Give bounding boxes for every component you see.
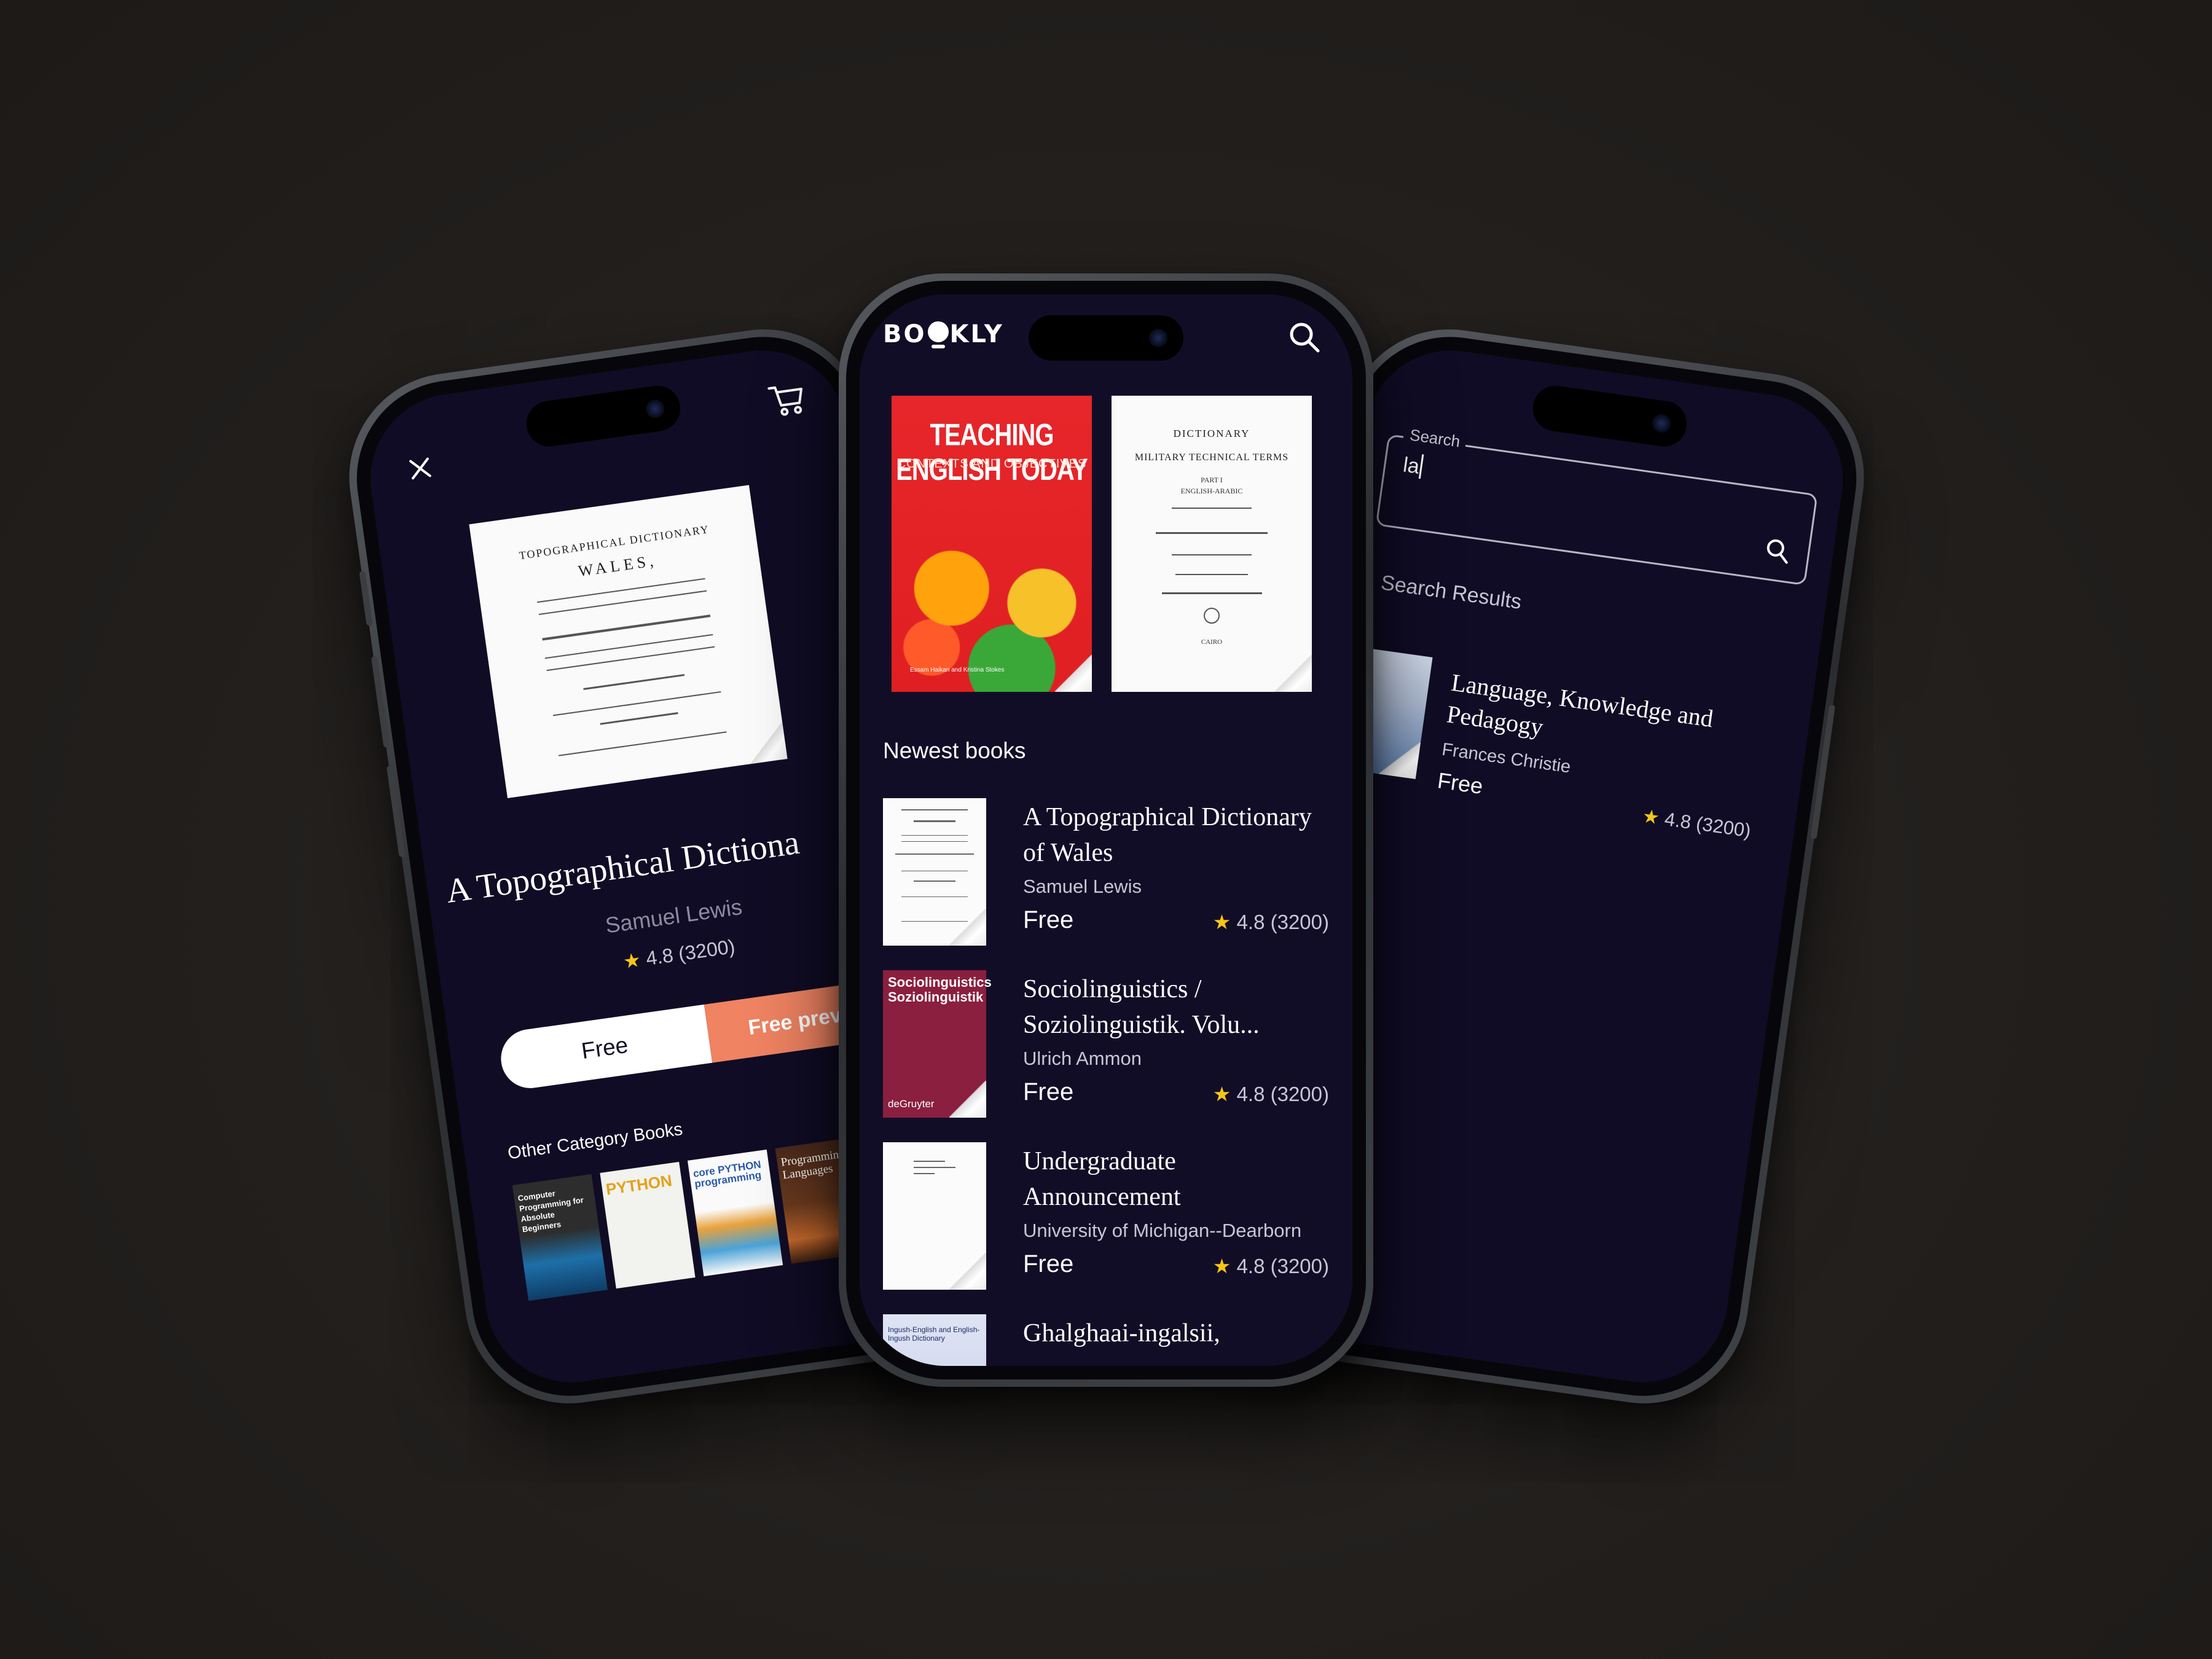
close-icon[interactable] bbox=[404, 452, 437, 485]
featured-cover-line: CAIRO bbox=[1201, 638, 1223, 646]
dynamic-island bbox=[1029, 315, 1183, 361]
dynamic-island bbox=[524, 383, 683, 450]
featured-cover-line: ENGLISH-ARABIC bbox=[1180, 487, 1243, 495]
logo-text-prefix: BO bbox=[883, 320, 927, 348]
rating-value: 4.8 (3200) bbox=[1236, 1083, 1329, 1105]
book-thumbnail-publisher: deGruyter bbox=[888, 1098, 935, 1110]
book-rating: ★ 4.8 (3200) bbox=[1213, 1254, 1329, 1278]
featured-cover-authors: Essam Haikan and Kristina Stokes bbox=[910, 667, 1005, 673]
book-list-item[interactable]: Ingush-English and English-Ingush Dictio… bbox=[883, 1314, 1329, 1366]
book-thumbnail: Sociolinguistics Soziolinguistik deGruyt… bbox=[883, 970, 992, 1118]
newest-books-title: Newest books bbox=[883, 738, 1026, 763]
search-results-title: Search Results bbox=[1379, 571, 1523, 614]
category-book[interactable]: PYTHON bbox=[600, 1161, 696, 1289]
result-rating: ★ 4.8 (3200) bbox=[1641, 805, 1752, 842]
star-icon: ★ bbox=[1212, 1255, 1231, 1277]
search-value: la bbox=[1402, 453, 1421, 479]
logo-text-suffix: KLY bbox=[949, 320, 1004, 348]
featured-cover-title: TEACHING ENGLISH TODAY bbox=[896, 418, 1088, 487]
book-rating: ★ 4.8 (3200) bbox=[1213, 910, 1329, 934]
star-icon: ★ bbox=[621, 948, 643, 973]
book-thumbnail bbox=[883, 798, 986, 946]
search-icon[interactable] bbox=[1763, 536, 1792, 565]
search-field[interactable]: Search la bbox=[1375, 424, 1818, 586]
book-thumbnail-text: Ingush-English and English-Ingush Dictio… bbox=[888, 1325, 980, 1343]
book-author: University of Michigan--Dearborn bbox=[1023, 1220, 1302, 1241]
book-price: Free bbox=[1023, 1250, 1074, 1277]
search-input[interactable]: la bbox=[1402, 452, 1424, 479]
logo-o-mark bbox=[927, 321, 949, 348]
featured-book-cover[interactable]: DICTIONARY MILITARY TECHNICAL TERMS PART… bbox=[1112, 396, 1312, 692]
rating-value: 4.8 (3200) bbox=[1663, 808, 1752, 842]
star-icon: ★ bbox=[1212, 1083, 1231, 1105]
featured-cover-line: PART I bbox=[1201, 476, 1223, 484]
featured-cover-line: DICTIONARY bbox=[1173, 428, 1250, 439]
category-book-label: Computer Programming for Absolute Beginn… bbox=[517, 1188, 584, 1234]
category-book[interactable]: Computer Programming for Absolute Beginn… bbox=[512, 1174, 608, 1301]
free-button[interactable]: Free bbox=[497, 1004, 713, 1092]
home-phone: BO KLY TEACHING ENGLISH TODAY CONTEXTS AN… bbox=[839, 273, 1373, 1387]
category-book[interactable]: core PYTHON programming bbox=[687, 1149, 783, 1277]
book-list-item[interactable]: Undergraduate Announcement University of… bbox=[883, 1142, 1329, 1290]
book-rating: ★ 4.8 (3200) bbox=[1213, 1082, 1329, 1106]
bookly-logo: BO KLY bbox=[883, 320, 1004, 348]
cart-icon[interactable] bbox=[766, 380, 809, 419]
category-book-label: core PYTHON programming bbox=[692, 1158, 763, 1190]
rating-value: 4.8 (3200) bbox=[1236, 911, 1329, 933]
book-list-item[interactable]: A Topographical Dictionary of Wales Samu… bbox=[883, 798, 1329, 946]
book-title: A Topographical Dictionary of Wales bbox=[1023, 803, 1312, 867]
search-label: Search bbox=[1402, 424, 1468, 452]
book-author: Ulrich Ammon bbox=[1023, 1048, 1142, 1069]
star-icon: ★ bbox=[1641, 805, 1661, 829]
book-thumbnail bbox=[883, 1142, 986, 1290]
book-list-item[interactable]: Sociolinguistics Soziolinguistik deGruyt… bbox=[883, 970, 1329, 1118]
rating-value: 4.8 (3200) bbox=[644, 935, 737, 970]
book-price: Free bbox=[1023, 906, 1074, 933]
book-title: Ghalghaai-ingalsii, bbox=[1023, 1319, 1220, 1347]
featured-cover-subtitle: CONTEXTS AND OBJECTIVES bbox=[896, 457, 1087, 471]
dynamic-island bbox=[1530, 383, 1690, 450]
featured-cover-line: MILITARY TECHNICAL TERMS bbox=[1134, 452, 1289, 463]
featured-book-cover[interactable]: TEACHING ENGLISH TODAY CONTEXTS AND OBJE… bbox=[892, 396, 1092, 692]
book-thumbnail-title: Sociolinguistics Soziolinguistik bbox=[888, 975, 992, 1005]
result-price: Free bbox=[1435, 767, 1484, 799]
star-icon: ★ bbox=[1212, 911, 1231, 933]
book-title: Sociolinguistics / Soziolinguistik. Volu… bbox=[1023, 975, 1260, 1039]
rating-value: 4.8 (3200) bbox=[1236, 1255, 1329, 1277]
search-icon[interactable] bbox=[1287, 320, 1322, 355]
book-cover-large: TOPOGRAPHICAL DICTIONARY WALES, bbox=[469, 485, 788, 798]
book-thumbnail: Ingush-English and English-Ingush Dictio… bbox=[883, 1314, 986, 1366]
home-screen: BO KLY TEACHING ENGLISH TODAY CONTEXTS AN… bbox=[860, 294, 1352, 1366]
category-book-label: PYTHON bbox=[605, 1171, 673, 1199]
book-author: Samuel Lewis bbox=[1023, 876, 1142, 897]
book-title: Undergraduate Announcement bbox=[1023, 1147, 1181, 1211]
other-category-title: Other Category Books bbox=[506, 1119, 684, 1164]
book-price: Free bbox=[1023, 1078, 1074, 1105]
category-books-list: Computer Programming for Absolute Beginn… bbox=[512, 1137, 871, 1301]
